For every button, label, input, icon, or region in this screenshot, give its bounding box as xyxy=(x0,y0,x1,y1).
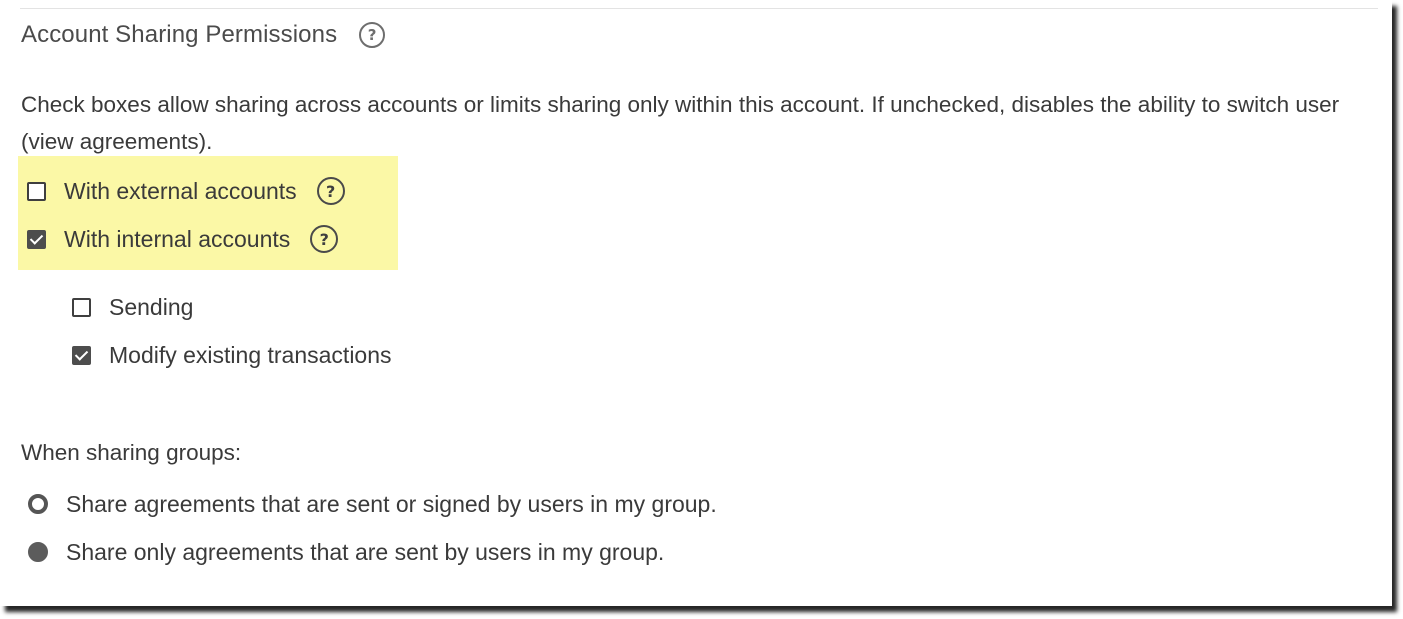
sending-label: Sending xyxy=(109,293,194,320)
section-description: Check boxes allow sharing across account… xyxy=(21,92,1340,154)
internal-accounts-checkbox[interactable] xyxy=(27,229,46,249)
external-accounts-label: With external accounts xyxy=(64,177,297,204)
question-circle-icon[interactable]: ? xyxy=(316,177,345,205)
modify-transactions-checkbox[interactable] xyxy=(72,345,91,365)
question-circle-icon[interactable]: ? xyxy=(310,225,339,253)
external-accounts-checkbox[interactable] xyxy=(27,181,46,201)
radio-option-sent-or-signed[interactable]: Share agreements that are sent or signed… xyxy=(28,484,717,524)
internal-accounts-label: With internal accounts xyxy=(64,225,291,252)
external-accounts-option[interactable]: With external accounts ? xyxy=(27,171,345,211)
radio-sent-or-signed[interactable] xyxy=(28,494,48,514)
internal-accounts-option[interactable]: With internal accounts ? xyxy=(27,219,339,259)
modify-transactions-option[interactable]: Modify existing transactions xyxy=(72,335,392,375)
section-heading: Account Sharing Permissions ? xyxy=(21,18,386,52)
radio-sent-or-signed-label: Share agreements that are sent or signed… xyxy=(66,490,717,517)
section-title: Account Sharing Permissions xyxy=(21,21,338,48)
account-sharing-panel: Account Sharing Permissions ? Check boxe… xyxy=(0,0,1392,606)
radio-sent-only[interactable] xyxy=(28,542,48,562)
top-divider xyxy=(20,8,1378,9)
sharing-groups-label: When sharing groups: xyxy=(21,440,242,465)
radio-option-sent-only[interactable]: Share only agreements that are sent by u… xyxy=(28,532,664,572)
question-circle-icon[interactable]: ? xyxy=(359,22,386,48)
sending-checkbox[interactable] xyxy=(72,297,91,317)
sending-option[interactable]: Sending xyxy=(72,287,193,327)
radio-sent-only-label: Share only agreements that are sent by u… xyxy=(66,538,665,565)
modify-transactions-label: Modify existing transactions xyxy=(109,341,392,368)
